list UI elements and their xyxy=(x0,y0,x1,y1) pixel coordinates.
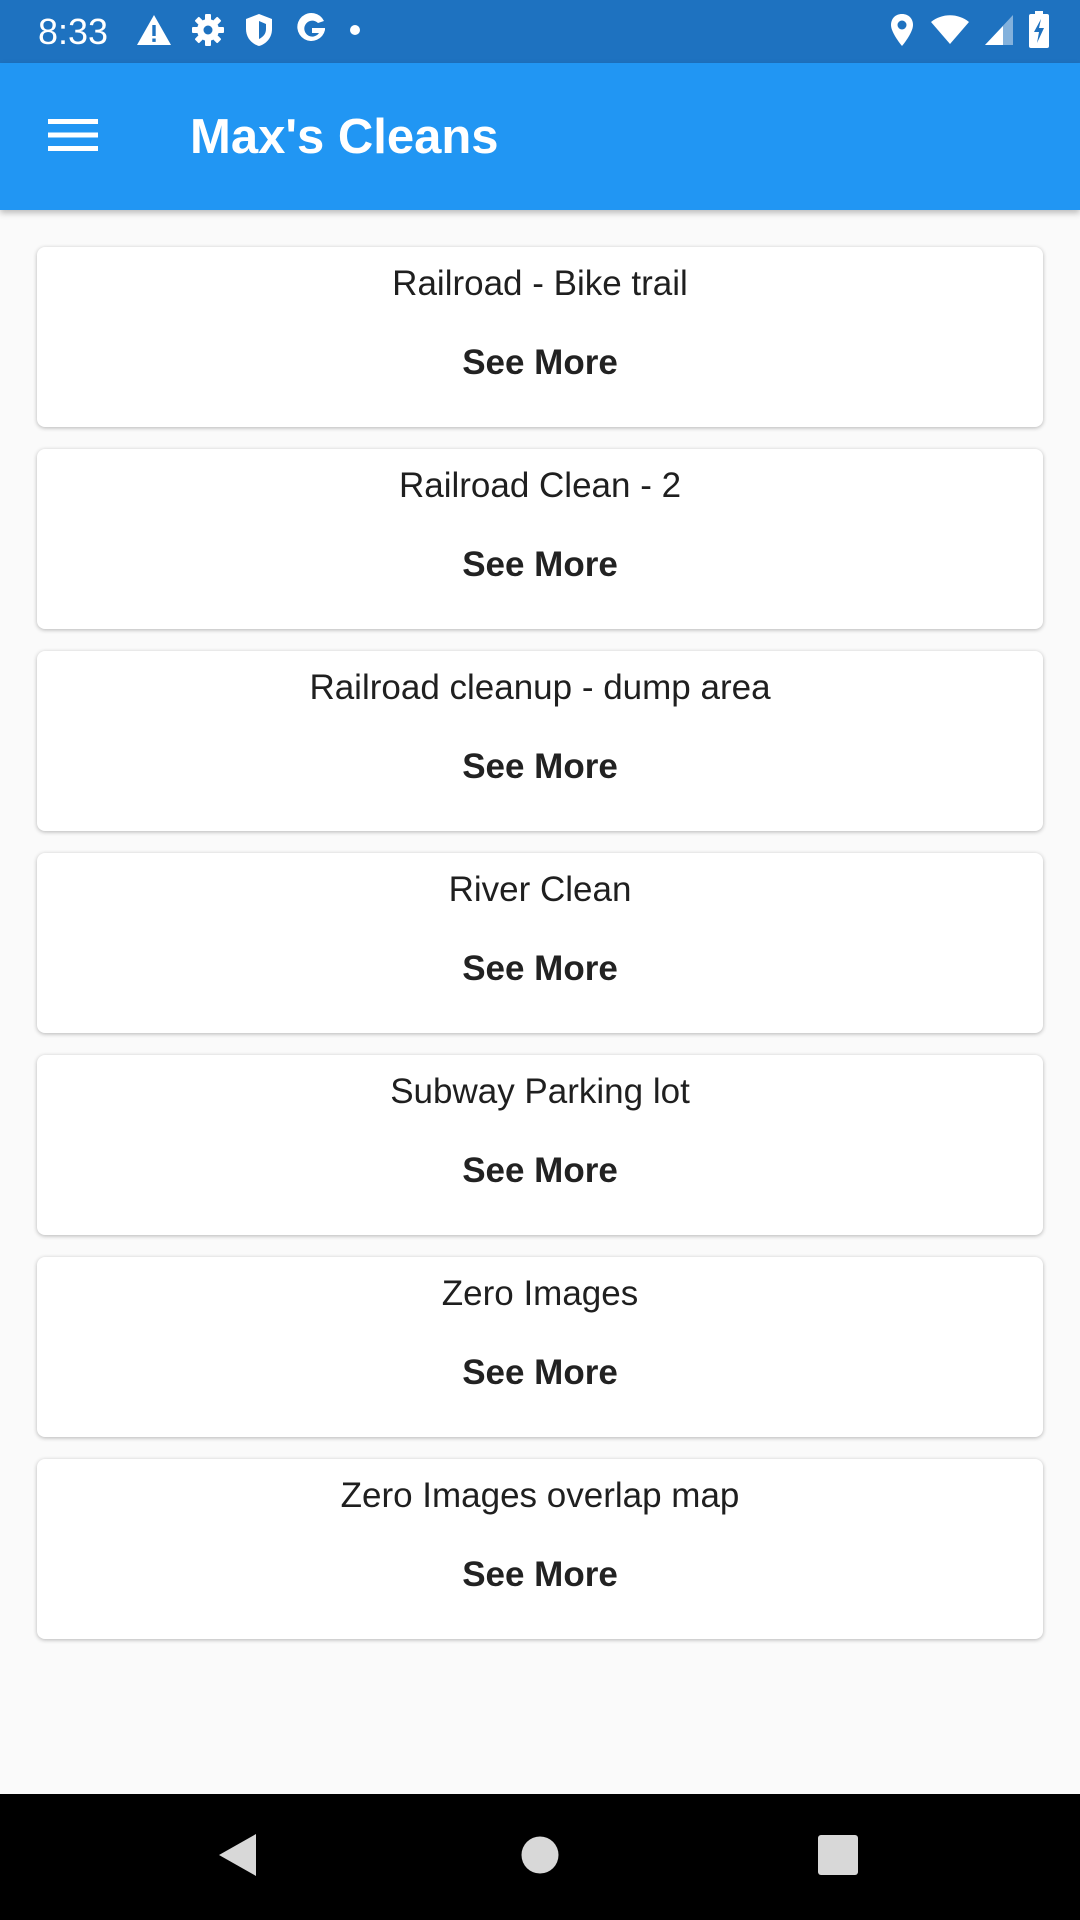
google-icon xyxy=(293,12,329,53)
shield-icon xyxy=(244,12,274,53)
clean-title: Railroad Clean - 2 xyxy=(398,466,682,505)
wifi-icon xyxy=(930,14,970,51)
settings-gear-icon xyxy=(191,13,225,52)
list-item: Zero Images overlap map See More xyxy=(37,1459,1043,1639)
dot-icon xyxy=(348,23,362,42)
clean-title: Railroad - Bike trail xyxy=(392,264,688,303)
battery-charging-icon xyxy=(1028,10,1050,54)
home-button[interactable] xyxy=(500,1821,580,1893)
clean-title: Railroad cleanup - dump area xyxy=(309,668,771,707)
clean-title: Zero Images overlap map xyxy=(340,1476,740,1515)
navigation-bar xyxy=(0,1794,1080,1920)
back-icon xyxy=(216,1831,260,1884)
see-more-button[interactable]: See More xyxy=(430,736,650,798)
status-system-icons xyxy=(888,10,1050,54)
see-more-button[interactable]: See More xyxy=(430,1342,650,1404)
warning-icon xyxy=(136,13,172,52)
recents-button[interactable] xyxy=(798,1821,878,1893)
see-more-button[interactable]: See More xyxy=(430,332,650,394)
clean-title: Zero Images xyxy=(441,1274,639,1313)
cleans-list: Railroad - Bike trail See More Railroad … xyxy=(37,247,1043,1661)
back-button[interactable] xyxy=(198,1821,278,1893)
home-icon xyxy=(520,1835,560,1880)
status-time: 8:33 xyxy=(38,11,109,52)
list-item: Subway Parking lot See More xyxy=(37,1055,1043,1235)
page-title: Max's Cleans xyxy=(190,110,499,164)
see-more-button[interactable]: See More xyxy=(430,1544,650,1606)
list-item: Railroad Clean - 2 See More xyxy=(37,449,1043,629)
app-bar: Max's Cleans xyxy=(0,63,1080,210)
see-more-button[interactable]: See More xyxy=(430,1140,650,1202)
recents-icon xyxy=(818,1834,858,1880)
status-notification-icons xyxy=(136,12,362,52)
list-item: River Clean See More xyxy=(37,853,1043,1033)
see-more-button[interactable]: See More xyxy=(430,534,650,596)
hamburger-menu-icon xyxy=(48,117,98,158)
status-bar: 8:33 xyxy=(0,0,1080,63)
menu-button[interactable] xyxy=(36,105,110,169)
list-item: Railroad cleanup - dump area See More xyxy=(37,651,1043,831)
list-item: Railroad - Bike trail See More xyxy=(37,247,1043,427)
cell-signal-icon xyxy=(984,14,1014,51)
list-item: Zero Images See More xyxy=(37,1257,1043,1437)
see-more-button[interactable]: See More xyxy=(430,938,650,1000)
clean-title: River Clean xyxy=(448,870,632,909)
location-pin-icon xyxy=(888,12,916,53)
clean-title: Subway Parking lot xyxy=(390,1072,690,1111)
